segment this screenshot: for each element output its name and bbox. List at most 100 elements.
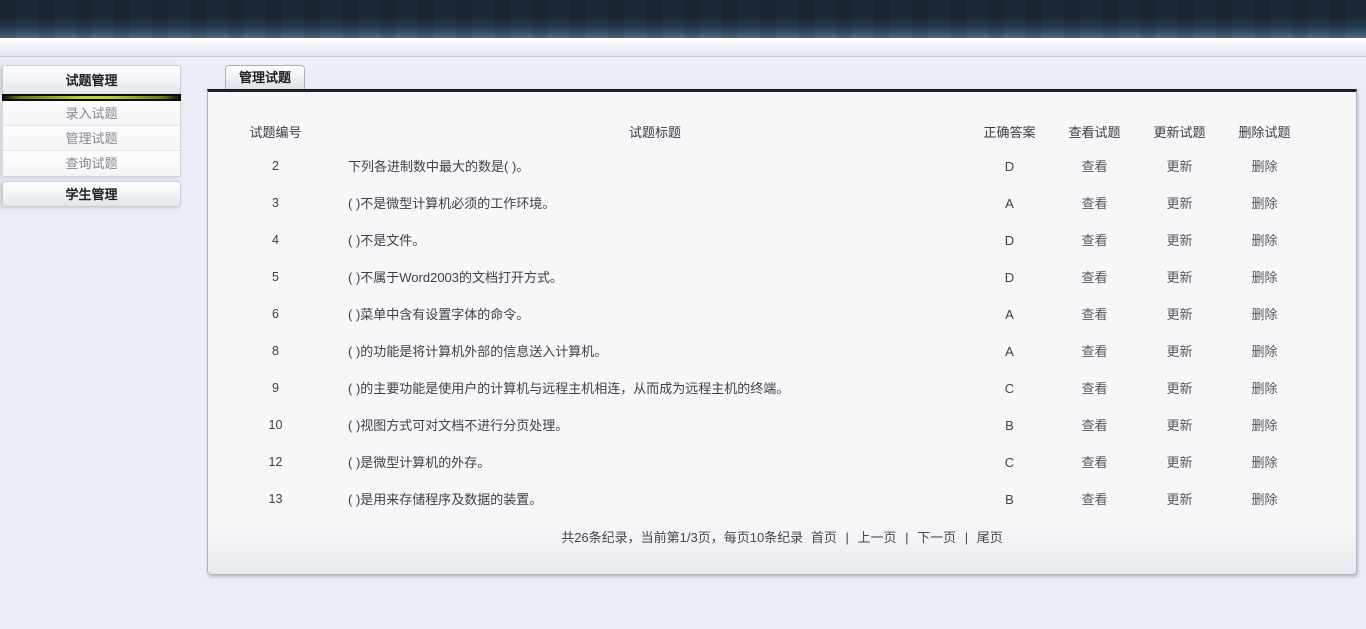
correct-answer-cell: D (967, 148, 1052, 185)
delete-question-link[interactable]: 删除 (1251, 159, 1277, 174)
sidebar-item-manage-questions[interactable]: 管理试题 (3, 126, 180, 151)
sidebar-item-query-questions[interactable]: 查询试题 (3, 151, 180, 176)
view-question-link[interactable]: 查看 (1081, 159, 1107, 174)
delete-question-link[interactable]: 删除 (1251, 418, 1277, 433)
header-correct-answer: 正确答案 (967, 118, 1052, 148)
correct-answer-cell: D (967, 222, 1052, 259)
update-question-link[interactable]: 更新 (1166, 492, 1192, 507)
header-view-question: 查看试题 (1052, 118, 1137, 148)
view-question-link[interactable]: 查看 (1081, 270, 1107, 285)
sidebar-section-question-management[interactable]: 试题管理 (2, 65, 181, 94)
pagination-last-page[interactable]: 尾页 (977, 530, 1003, 545)
correct-answer-cell: A (967, 185, 1052, 222)
delete-question-link[interactable]: 删除 (1251, 307, 1277, 322)
table-row: 13 ( )是用来存储程序及数据的装置。 B 查看 更新 删除 (208, 481, 1356, 518)
question-title-cell: ( )视图方式可对文档不进行分页处理。 (343, 407, 967, 444)
question-id-cell: 12 (208, 444, 343, 481)
question-id-cell: 8 (208, 333, 343, 370)
question-id-cell: 2 (208, 148, 343, 185)
view-question-link[interactable]: 查看 (1081, 307, 1107, 322)
view-question-link[interactable]: 查看 (1081, 418, 1107, 433)
delete-question-link[interactable]: 删除 (1251, 196, 1277, 211)
top-banner (0, 0, 1366, 38)
pagination-separator: | (900, 530, 913, 545)
update-question-link[interactable]: 更新 (1166, 455, 1192, 470)
question-title-cell: ( )是用来存储程序及数据的装置。 (343, 481, 967, 518)
question-title-cell: ( )不是微型计算机必须的工作环境。 (343, 185, 967, 222)
tab-row: 管理试题 (207, 65, 1357, 89)
sidebar: 试题管理 录入试题 管理试题 查询试题 学生管理 (2, 65, 181, 575)
delete-question-link[interactable]: 删除 (1251, 492, 1277, 507)
question-id-cell: 4 (208, 222, 343, 259)
table-row: 12 ( )是微型计算机的外存。 C 查看 更新 删除 (208, 444, 1356, 481)
pagination-first-page[interactable]: 首页 (811, 530, 837, 545)
table-row: 8 ( )的功能是将计算机外部的信息送入计算机。 A 查看 更新 删除 (208, 333, 1356, 370)
question-id-cell: 10 (208, 407, 343, 444)
table-row: 5 ( )不属于Word2003的文档打开方式。 D 查看 更新 删除 (208, 259, 1356, 296)
view-question-link[interactable]: 查看 (1081, 381, 1107, 396)
pagination-next-page[interactable]: 下一页 (917, 530, 956, 545)
view-question-link[interactable]: 查看 (1081, 233, 1107, 248)
pagination-separator: | (960, 530, 973, 545)
update-question-link[interactable]: 更新 (1166, 233, 1192, 248)
question-id-cell: 6 (208, 296, 343, 333)
table-header-row: 试题编号 试题标题 正确答案 查看试题 更新试题 删除试题 (208, 118, 1356, 148)
lime-gradient-bar (2, 96, 181, 99)
main-area: 管理试题 试题编号 试题标题 正确答案 查看试题 更新试题 删除试题 2 下列各… (207, 65, 1357, 575)
view-question-link[interactable]: 查看 (1081, 492, 1107, 507)
correct-answer-cell: B (967, 407, 1052, 444)
question-title-cell: ( )是微型计算机的外存。 (343, 444, 967, 481)
header-question-id: 试题编号 (208, 118, 343, 148)
header-delete-question: 删除试题 (1222, 118, 1307, 148)
update-question-link[interactable]: 更新 (1166, 381, 1192, 396)
table-row: 9 ( )的主要功能是使用户的计算机与远程主机相连，从而成为远程主机的终端。 C… (208, 370, 1356, 407)
question-title-cell: ( )的主要功能是使用户的计算机与远程主机相连，从而成为远程主机的终端。 (343, 370, 967, 407)
pagination-summary: 共26条纪录，当前第1/3页，每页10条纪录 (561, 530, 803, 545)
view-question-link[interactable]: 查看 (1081, 196, 1107, 211)
delete-question-link[interactable]: 删除 (1251, 270, 1277, 285)
question-table-body: 2 下列各进制数中最大的数是( )。 D 查看 更新 删除 3 ( )不是微型计… (208, 148, 1356, 518)
header-band (0, 38, 1366, 57)
sidebar-menu: 录入试题 管理试题 查询试题 (2, 101, 181, 177)
question-id-cell: 9 (208, 370, 343, 407)
content-panel: 试题编号 试题标题 正确答案 查看试题 更新试题 删除试题 2 下列各进制数中最… (207, 89, 1357, 575)
view-question-link[interactable]: 查看 (1081, 455, 1107, 470)
table-row: 3 ( )不是微型计算机必须的工作环境。 A 查看 更新 删除 (208, 185, 1356, 222)
header-update-question: 更新试题 (1137, 118, 1222, 148)
question-title-cell: ( )不属于Word2003的文档打开方式。 (343, 259, 967, 296)
sidebar-section-student-management[interactable]: 学生管理 (2, 181, 181, 207)
sidebar-accent-divider (2, 94, 181, 101)
page-content: 试题管理 录入试题 管理试题 查询试题 学生管理 管理试题 试题编号 试题标题 … (0, 57, 1366, 575)
header-question-title: 试题标题 (343, 118, 967, 148)
view-question-link[interactable]: 查看 (1081, 344, 1107, 359)
delete-question-link[interactable]: 删除 (1251, 233, 1277, 248)
table-row: 4 ( )不是文件。 D 查看 更新 删除 (208, 222, 1356, 259)
correct-answer-cell: C (967, 370, 1052, 407)
correct-answer-cell: D (967, 259, 1052, 296)
pagination-separator: | (840, 530, 853, 545)
question-title-cell: ( )的功能是将计算机外部的信息送入计算机。 (343, 333, 967, 370)
delete-question-link[interactable]: 删除 (1251, 344, 1277, 359)
table-row: 2 下列各进制数中最大的数是( )。 D 查看 更新 删除 (208, 148, 1356, 185)
delete-question-link[interactable]: 删除 (1251, 455, 1277, 470)
update-question-link[interactable]: 更新 (1166, 196, 1192, 211)
update-question-link[interactable]: 更新 (1166, 270, 1192, 285)
question-table: 试题编号 试题标题 正确答案 查看试题 更新试题 删除试题 2 下列各进制数中最… (208, 118, 1356, 518)
tab-manage-questions[interactable]: 管理试题 (225, 65, 305, 89)
question-id-cell: 13 (208, 481, 343, 518)
update-question-link[interactable]: 更新 (1166, 307, 1192, 322)
pagination-prev-page[interactable]: 上一页 (857, 530, 896, 545)
question-id-cell: 3 (208, 185, 343, 222)
update-question-link[interactable]: 更新 (1166, 418, 1192, 433)
correct-answer-cell: B (967, 481, 1052, 518)
correct-answer-cell: A (967, 296, 1052, 333)
update-question-link[interactable]: 更新 (1166, 159, 1192, 174)
pagination: 共26条纪录，当前第1/3页，每页10条纪录 首页 | 上一页 | 下一页 | … (208, 527, 1356, 546)
delete-question-link[interactable]: 删除 (1251, 381, 1277, 396)
question-id-cell: 5 (208, 259, 343, 296)
question-title-cell: ( )菜单中含有设置字体的命令。 (343, 296, 967, 333)
sidebar-item-enter-questions[interactable]: 录入试题 (3, 101, 180, 126)
correct-answer-cell: A (967, 333, 1052, 370)
question-title-cell: 下列各进制数中最大的数是( )。 (343, 148, 967, 185)
update-question-link[interactable]: 更新 (1166, 344, 1192, 359)
